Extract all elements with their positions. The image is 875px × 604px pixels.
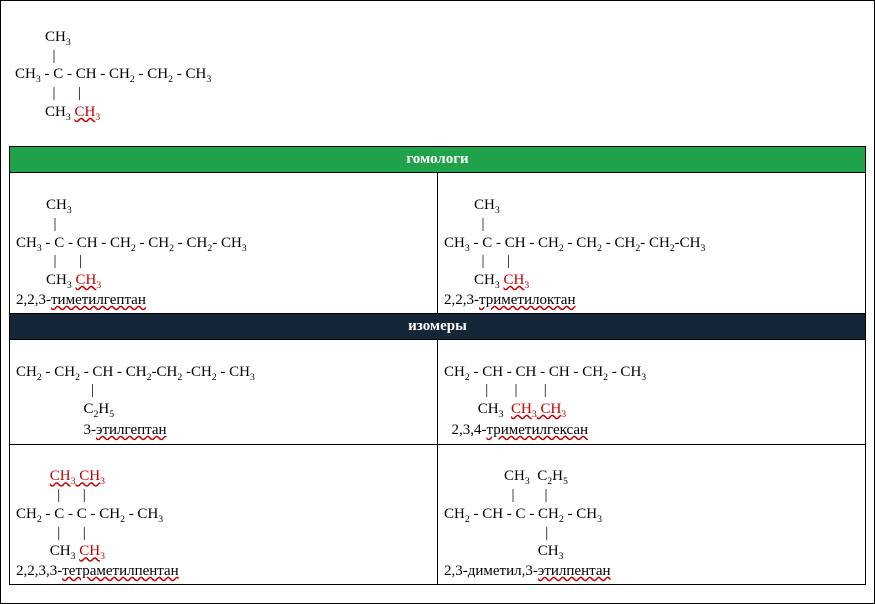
- top-formula-line5a: CH3: [15, 104, 74, 120]
- content-table: гомологи CH3 | CH3 - C - CH - CH2 - CH2 …: [9, 146, 866, 585]
- i2-name-pre: 2,3,4-: [444, 422, 487, 438]
- h1-l5a: CH3: [16, 272, 75, 288]
- i1-l2: |: [16, 382, 94, 398]
- h2-name-a: 2,2,3-: [444, 292, 479, 308]
- h2-l5a: CH3: [444, 272, 503, 288]
- h2-l1: CH3: [444, 197, 500, 213]
- i3-name-a: 2,2,3,3-: [16, 563, 62, 579]
- i1-name-b: этилгептан: [96, 422, 167, 438]
- h1-l4: | |: [16, 253, 82, 269]
- h1-l5b: CH3: [75, 272, 101, 288]
- i3-l5b: CH3: [79, 543, 105, 559]
- i3-l3: CH2 - C - C - CH2 - CH3: [16, 506, 163, 522]
- h2-name-b: триметилоктан: [479, 292, 576, 308]
- page: CH3 | CH3 - C - CH - CH2 - CH2 - CH3 | |…: [0, 0, 875, 604]
- top-formula-line5b: CH3: [74, 104, 100, 120]
- top-formula-line2: |: [15, 48, 56, 64]
- header-isomers: изомеры: [10, 313, 866, 339]
- i3-l4: | |: [16, 525, 86, 541]
- top-formula: CH3 | CH3 - C - CH - CH2 - CH2 - CH3 | |…: [9, 7, 866, 146]
- i2-name-b: триметилгексан: [487, 422, 589, 438]
- cell-isomer-4: CH3 C2H5 | | CH2 - CH - C - CH2 - CH3 | …: [438, 444, 866, 585]
- cell-isomer-3: CH3 CH3 | | CH2 - C - C - CH2 - CH3 | | …: [10, 444, 438, 585]
- h1-l2: |: [16, 216, 57, 232]
- header-homologs: гомологи: [10, 147, 866, 173]
- i2-l3a: CH3: [444, 401, 511, 417]
- i3-name-b: тетраметилпентан: [62, 563, 178, 579]
- cell-isomer-1: CH2 - CH2 - CH - CH2-CH2 -CH2 - CH3 | C2…: [10, 339, 438, 444]
- i4-l4: |: [444, 525, 548, 541]
- h2-l4: | |: [444, 253, 510, 269]
- top-formula-line1: CH3: [15, 29, 71, 45]
- cell-isomer-2: CH2 - CH - CH - CH - CH2 - CH3 | | | CH3…: [438, 339, 866, 444]
- cell-homolog-2: CH3 | CH3 - C - CH - CH2 - CH2 - CH2- CH…: [438, 173, 866, 314]
- i2-l1: CH2 - CH - CH - CH - CH2 - CH3: [444, 364, 646, 380]
- i3-l1b: CH3 CH3: [50, 468, 105, 484]
- i3-l5a: CH3: [16, 543, 79, 559]
- h2-l2: |: [444, 216, 485, 232]
- h1-name-a: 2,2,3-: [16, 292, 51, 308]
- h2-l5b: CH3: [503, 272, 529, 288]
- h1-name-b: тиметилгептан: [51, 292, 146, 308]
- i1-l1: CH2 - CH2 - CH - CH2-CH2 -CH2 - CH3: [16, 364, 255, 380]
- h2-l3: CH3 - C - CH - CH2 - CH2 - CH2- CH2-CH3: [444, 235, 705, 251]
- i1-name-pre: 3-: [16, 422, 96, 438]
- i4-l2: | |: [444, 487, 548, 503]
- top-formula-line3: CH3 - C - CH - CH2 - CH2 - CH3: [15, 66, 211, 82]
- i4-l5: CH3: [444, 543, 563, 559]
- h1-l1: CH3: [16, 197, 72, 213]
- i1-l3: C2H5: [16, 401, 114, 417]
- i3-l1a: [16, 468, 50, 484]
- i4-l3: CH2 - CH - C - CH2 - CH3: [444, 506, 602, 522]
- top-formula-line4: | |: [15, 85, 81, 101]
- i2-l2: | | |: [444, 382, 547, 398]
- i4-l1: CH3 C2H5: [444, 468, 568, 484]
- i4-name-a: 2,3-диметил,3-: [444, 563, 538, 579]
- i2-l3b: CH3 CH3: [511, 401, 566, 417]
- cell-homolog-1: CH3 | CH3 - C - CH - CH2 - CH2 - CH2- CH…: [10, 173, 438, 314]
- i4-name-b: этилпентан: [538, 563, 611, 579]
- i3-l2: | |: [16, 487, 86, 503]
- h1-l3: CH3 - C - CH - CH2 - CH2 - CH2- CH3: [16, 235, 247, 251]
